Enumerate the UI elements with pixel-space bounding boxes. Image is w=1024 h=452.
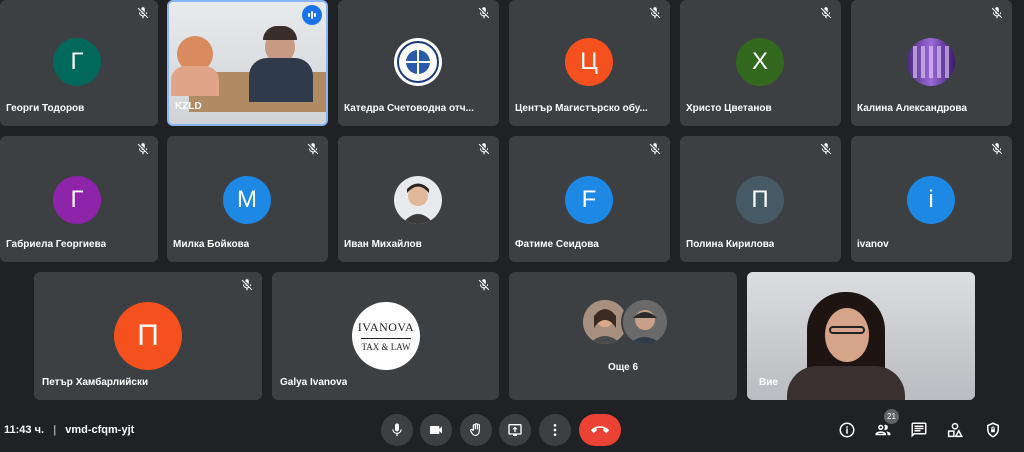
participant-tile[interactable]: Ц Център Магистърско обу...: [509, 0, 670, 126]
participant-tile[interactable]: F Фатиме Сеидова: [509, 136, 670, 262]
avatar-photo: [394, 176, 442, 224]
camera-icon: [430, 426, 442, 434]
participant-name: Габриела Георгиева: [6, 239, 107, 250]
self-video-feed: [747, 272, 975, 400]
present-button[interactable]: [499, 414, 531, 446]
participant-tile[interactable]: П Полина Кирилова: [680, 136, 841, 262]
self-view-tile[interactable]: Вие: [747, 272, 975, 400]
more-options-button[interactable]: [539, 414, 571, 446]
avatar: i: [907, 176, 955, 224]
avatar: П: [736, 176, 784, 224]
raise-hand-button[interactable]: [460, 414, 492, 446]
participant-name: Катедра Счетоводна отч...: [344, 103, 474, 114]
participant-name: Христо Цветанов: [686, 103, 772, 114]
mic-off-icon: [820, 7, 832, 19]
avatar: П: [114, 302, 182, 370]
meeting-time: 11:43 ч.: [4, 424, 45, 436]
participant-name: Калина Александрова: [857, 103, 967, 114]
mic-off-icon: [137, 7, 149, 19]
mic-off-icon: [649, 143, 661, 155]
mic-off-icon: [478, 279, 490, 291]
avatar: М: [223, 176, 271, 224]
avatar: Г: [53, 38, 101, 86]
participant-name: Иван Михайлов: [344, 239, 422, 250]
mic-off-icon: [820, 143, 832, 155]
participant-name: Център Магистърско обу...: [515, 103, 648, 114]
more-vert-icon: [553, 424, 557, 436]
avatar-logo: IVANOVA TAX & LAW: [352, 302, 420, 370]
activities-button[interactable]: [945, 420, 965, 440]
meeting-details: 11:43 ч. | vmd-cfqm-yjt: [4, 424, 134, 436]
avatar: Х: [736, 38, 784, 86]
people-button[interactable]: [873, 420, 893, 440]
participant-name: Фатиме Сеидова: [515, 239, 599, 250]
raise-hand-icon: [470, 423, 480, 436]
participant-tile[interactable]: IVANOVA TAX & LAW Galya Ivanova: [272, 272, 499, 400]
participant-name: Георги Тодоров: [6, 103, 85, 114]
participant-tile[interactable]: Г Габриела Георгиева: [0, 136, 158, 262]
logo-line-1: IVANOVA: [357, 320, 415, 334]
participant-name: ivanov: [857, 239, 889, 250]
self-label: Вие: [759, 377, 778, 388]
participant-tile[interactable]: i ivanov: [851, 136, 1012, 262]
participant-name: Петър Хамбарлийски: [42, 377, 149, 388]
audio-level-icon: [302, 5, 322, 25]
participant-tile-speaking[interactable]: KZLD: [167, 0, 328, 126]
mic-icon: [392, 423, 402, 436]
avatar: Г: [53, 176, 101, 224]
participant-name: Полина Кирилова: [686, 239, 775, 250]
others-tile[interactable]: Още 6: [509, 272, 737, 400]
mic-off-icon: [137, 143, 149, 155]
logo-line-2: TAX & LAW: [361, 342, 411, 352]
chat-button[interactable]: [909, 420, 929, 440]
camera-button[interactable]: [420, 414, 452, 446]
mic-off-icon: [991, 7, 1003, 19]
meeting-separator: |: [53, 424, 57, 436]
participant-tile[interactable]: Калина Александрова: [851, 0, 1012, 126]
participant-name: Galya Ivanova: [280, 377, 348, 388]
avatar-department-logo: [394, 38, 442, 86]
participant-tile[interactable]: М Милка Бойкова: [167, 136, 328, 262]
mic-off-icon: [478, 143, 490, 155]
security-icon: [987, 422, 999, 438]
info-icon: [839, 422, 855, 438]
participant-tile[interactable]: Х Христо Цветанов: [680, 0, 841, 126]
mic-off-icon: [991, 143, 1003, 155]
participant-name: KZLD: [175, 101, 202, 112]
mic-off-icon: [478, 7, 490, 19]
mic-off-icon: [307, 143, 319, 155]
mic-off-icon: [649, 7, 661, 19]
mic-off-icon: [241, 279, 253, 291]
others-label: Още 6: [607, 362, 639, 373]
avatar-photo: [907, 38, 955, 86]
participant-tile[interactable]: Катедра Счетоводна отч...: [338, 0, 499, 126]
participant-tile[interactable]: П Петър Хамбарлийски: [34, 272, 262, 400]
meeting-code: vmd-cfqm-yjt: [65, 424, 135, 436]
participant-tile[interactable]: Иван Михайлов: [338, 136, 499, 262]
end-call-button[interactable]: [579, 414, 621, 446]
avatar: Ц: [565, 38, 613, 86]
chat-icon: [911, 422, 927, 438]
participant-tile[interactable]: Г Георги Тодоров: [0, 0, 158, 126]
host-controls-button[interactable]: [983, 420, 1003, 440]
people-icon: [875, 424, 891, 436]
avatar: F: [565, 176, 613, 224]
avatar-photo: [621, 298, 669, 346]
end-call-icon: [591, 426, 609, 433]
mic-button[interactable]: [381, 414, 413, 446]
participant-name: Милка Бойкова: [173, 239, 250, 250]
activities-icon: [947, 422, 963, 438]
present-icon: [508, 424, 522, 436]
meeting-info-button[interactable]: [837, 420, 857, 440]
